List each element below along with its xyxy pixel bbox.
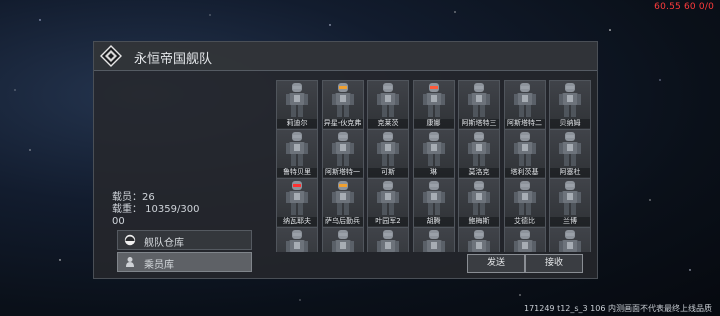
crew-portrait-icon (513, 132, 536, 166)
crew-portrait-icon (559, 83, 581, 117)
crew-card[interactable]: 阿斯塔特一 (321, 129, 364, 179)
crew-portrait-icon (286, 132, 308, 166)
crew-portrait-icon (377, 181, 399, 215)
send-button[interactable]: 发送 (467, 254, 525, 273)
crew-portrait-icon (331, 230, 354, 252)
crew-portrait-icon (331, 83, 354, 117)
tab-crew-library[interactable]: 乘员库 (117, 252, 252, 272)
crew-portrait-icon (377, 83, 399, 117)
crew-portrait-icon (422, 132, 445, 166)
crew-portrait-icon (559, 181, 581, 215)
crew-portrait-icon (468, 181, 490, 215)
crew-portrait-icon (286, 83, 308, 117)
crew-portrait-icon (422, 181, 445, 215)
crew-card[interactable]: 阿塞杜 (549, 129, 591, 179)
crew-portrait-icon (331, 132, 354, 166)
crew-name: 阿塞杜 (550, 168, 590, 177)
crew-name: 鲁特贝里 (277, 168, 317, 177)
crew-card[interactable]: 琳 (412, 129, 455, 179)
panel-title: 永恒帝国舰队 (134, 52, 213, 67)
crew-card[interactable]: 莫洛克 (458, 129, 500, 179)
crew-count: 载员：26 (112, 192, 155, 203)
crew-name: 鲍梅斯 (459, 217, 499, 226)
fleet-crew-panel: 永恒帝国舰队 载员：26 载重： 10359/300 00 舰队仓库 乘员库 莉… (93, 41, 598, 279)
crew-portrait-icon (286, 181, 308, 215)
capacity-value: 载重： 10359/300 (112, 204, 200, 215)
crew-portrait-icon (468, 132, 490, 166)
crew-name: 阿斯塔特三 (459, 119, 499, 128)
crew-portrait-icon (377, 132, 399, 166)
receive-button[interactable]: 接收 (525, 254, 583, 273)
crew-name: 康娜 (413, 119, 454, 128)
crew-card[interactable] (276, 227, 318, 252)
crew-card[interactable] (549, 227, 591, 252)
crew-card[interactable] (503, 227, 546, 252)
tab-fleet-warehouse-label: 舰队仓库 (144, 238, 184, 249)
crew-card[interactable]: 纳瓦耶夫 (276, 178, 318, 228)
crew-name: 莫洛克 (459, 168, 499, 177)
crew-name: 叶园军2 (368, 217, 408, 226)
crew-name: 塔利茨基 (504, 168, 545, 177)
panel-header: 永恒帝国舰队 (94, 42, 597, 71)
crew-card[interactable] (321, 227, 364, 252)
crew-name: 艾德比 (504, 217, 545, 226)
crew-portrait-icon (468, 83, 490, 117)
tab-fleet-warehouse[interactable]: 舰队仓库 (117, 230, 252, 250)
crew-name: 莉迪尔 (277, 119, 317, 128)
crew-name: 异星-伙克弗 (322, 119, 363, 128)
crew-portrait-icon (286, 230, 308, 252)
faction-emblem-icon (100, 45, 122, 67)
crew-card[interactable]: 阿斯塔特二 (503, 80, 546, 130)
crew-name: 纳瓦耶夫 (277, 217, 317, 226)
crew-name: 克莱茨 (368, 119, 408, 128)
crew-name: 萨乌后勤兵 (322, 217, 363, 226)
crew-card[interactable]: 塔利茨基 (503, 129, 546, 179)
crew-card[interactable]: 康娜 (412, 80, 455, 130)
crew-portrait-icon (422, 230, 445, 252)
crew-portrait-icon (331, 181, 354, 215)
crew-portrait-icon (559, 132, 581, 166)
crew-name: 阿斯塔特一 (322, 168, 363, 177)
crew-portrait-icon (513, 230, 536, 252)
tab-crew-library-label: 乘员库 (144, 260, 174, 271)
crew-name: 琳 (413, 168, 454, 177)
crew-name: 胡腾 (413, 217, 454, 226)
crew-name: 阿斯塔特二 (504, 119, 545, 128)
crew-card[interactable]: 兰博 (549, 178, 591, 228)
crew-card[interactable]: 鲁特贝里 (276, 129, 318, 179)
crew-portrait-icon (513, 83, 536, 117)
crew-card[interactable] (412, 227, 455, 252)
crew-card[interactable]: 萨乌后勤兵 (321, 178, 364, 228)
crew-card[interactable]: 叶园军2 (367, 178, 409, 228)
crew-portrait-icon (422, 83, 445, 117)
crew-portrait-icon (377, 230, 399, 252)
crew-card[interactable] (458, 227, 500, 252)
capacity-value-overflow: 00 (112, 216, 125, 227)
fleet-stats: 载员：26 载重： 10359/300 00 (112, 192, 252, 228)
crew-portrait-icon (559, 230, 581, 252)
crew-card[interactable]: 异星-伙克弗 (321, 80, 364, 130)
crew-card[interactable]: 阿斯塔特三 (458, 80, 500, 130)
crew-icon (126, 257, 134, 267)
crew-card[interactable]: 胡腾 (412, 178, 455, 228)
crew-card[interactable]: 艾德比 (503, 178, 546, 228)
crew-name: 可斯 (368, 168, 408, 177)
build-info-footer: 171249 t12_s_3 106 内测画面不代表最终上线品质 (523, 304, 712, 313)
crew-name: 兰博 (550, 217, 590, 226)
warehouse-icon (124, 234, 136, 246)
crew-grid: 莉迪尔 异星-伙克弗 克莱茨 康娜 阿斯塔特三 阿斯塔特二 贝纳姆鲁特贝里 阿斯塔特一 可斯琳莫… (276, 80, 591, 252)
crew-portrait-icon (513, 181, 536, 215)
crew-card[interactable]: 可斯 (367, 129, 409, 179)
crew-card[interactable]: 贝纳姆 (549, 80, 591, 130)
crew-card[interactable]: 克莱茨 (367, 80, 409, 130)
crew-card[interactable]: 鲍梅斯 (458, 178, 500, 228)
crew-card[interactable] (367, 227, 409, 252)
crew-portrait-icon (468, 230, 490, 252)
performance-overlay: 60.55 60 0/0 (654, 2, 714, 12)
crew-card[interactable]: 莉迪尔 (276, 80, 318, 130)
crew-name: 贝纳姆 (550, 119, 590, 128)
